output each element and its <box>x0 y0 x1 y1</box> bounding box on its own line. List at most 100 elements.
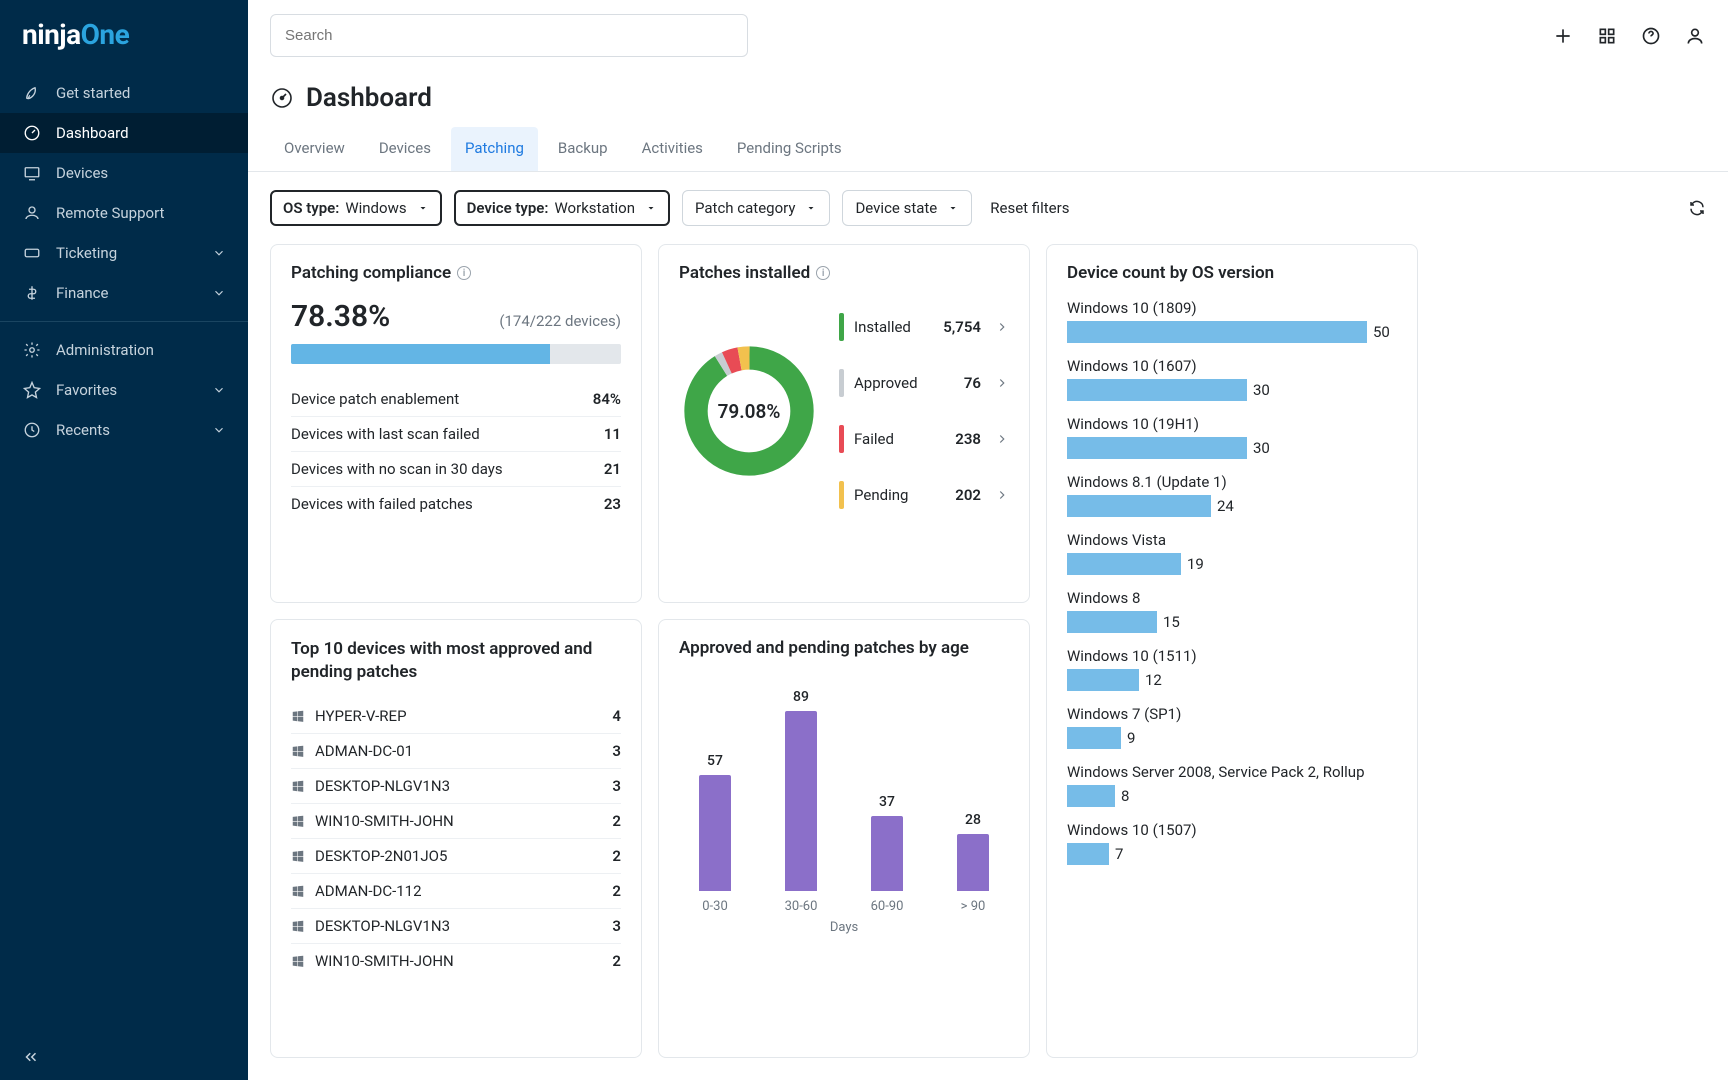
legend-label: Approved <box>854 374 954 392</box>
os-version-row[interactable]: Windows 10 (1507) 7 <box>1067 821 1397 865</box>
device-name: ADMAN-DC-01 <box>315 742 602 760</box>
sidebar-item-get-started[interactable]: Get started <box>0 73 248 113</box>
help-icon[interactable] <box>1640 25 1662 47</box>
os-version-row[interactable]: Windows Vista 19 <box>1067 531 1397 575</box>
os-version-list: Windows 10 (1809) 50 Windows 10 (1607) 30… <box>1067 299 1397 865</box>
device-row[interactable]: ADMAN-DC-112 2 <box>291 874 621 909</box>
filter-device-state[interactable]: Device state <box>842 190 972 226</box>
stat-label: Devices with last scan failed <box>291 425 480 443</box>
device-count: 2 <box>612 952 621 970</box>
legend-row[interactable]: Pending 202 <box>839 467 1009 523</box>
tab-overview[interactable]: Overview <box>270 127 359 171</box>
tab-devices[interactable]: Devices <box>365 127 445 171</box>
stat-value: 84% <box>593 390 621 408</box>
bar-category: > 90 <box>961 899 986 914</box>
sidebar-item-label: Ticketing <box>56 244 117 262</box>
os-label: Windows 7 (SP1) <box>1067 705 1397 723</box>
device-row[interactable]: WIN10-SMITH-JOHN 2 <box>291 944 621 978</box>
apps-icon[interactable] <box>1596 25 1618 47</box>
legend-row[interactable]: Installed 5,754 <box>839 299 1009 355</box>
search-input[interactable] <box>270 14 748 57</box>
sidebar-item-devices[interactable]: Devices <box>0 153 248 193</box>
sidebar-item-ticketing[interactable]: Ticketing <box>0 233 248 273</box>
tab-pending-scripts[interactable]: Pending Scripts <box>723 127 856 171</box>
stat-value: 23 <box>604 495 621 513</box>
os-label: Windows 10 (1511) <box>1067 647 1397 665</box>
sidebar-item-recents[interactable]: Recents <box>0 410 248 450</box>
rocket-icon <box>22 83 42 103</box>
card-title: Patching compliance i <box>291 263 621 283</box>
legend-value: 76 <box>964 374 981 392</box>
os-version-row[interactable]: Windows 8.1 (Update 1) 24 <box>1067 473 1397 517</box>
gear-icon <box>22 340 42 360</box>
legend-row[interactable]: Failed 238 <box>839 411 1009 467</box>
filter-os-type[interactable]: OS type: Windows <box>270 190 442 226</box>
device-count: 4 <box>612 707 621 725</box>
os-version-row[interactable]: Windows 10 (19H1) 30 <box>1067 415 1397 459</box>
chevron-down-icon <box>212 286 226 300</box>
tab-activities[interactable]: Activities <box>628 127 717 171</box>
card-patching-compliance: Patching compliance i 78.38% (174/222 de… <box>270 244 642 603</box>
os-label: Windows 8.1 (Update 1) <box>1067 473 1397 491</box>
compliance-stat-row: Devices with no scan in 30 days21 <box>291 451 621 486</box>
brand-logo: ninjaOne <box>0 0 248 73</box>
device-row[interactable]: ADMAN-DC-01 3 <box>291 734 621 769</box>
device-count: 2 <box>612 847 621 865</box>
filter-device-type[interactable]: Device type: Workstation <box>454 190 670 226</box>
reset-filters-button[interactable]: Reset filters <box>984 191 1075 225</box>
card-title-text: Device count by OS version <box>1067 263 1274 283</box>
sidebar-item-favorites[interactable]: Favorites <box>0 370 248 410</box>
device-name: WIN10-SMITH-JOHN <box>315 812 602 830</box>
os-version-row[interactable]: Windows 10 (1607) 30 <box>1067 357 1397 401</box>
tab-backup[interactable]: Backup <box>544 127 622 171</box>
os-label: Windows Server 2008, Service Pack 2, Rol… <box>1067 763 1397 781</box>
device-row[interactable]: DESKTOP-NLGV1N3 3 <box>291 909 621 944</box>
hbar-value: 8 <box>1121 787 1129 805</box>
sidebar-item-label: Recents <box>56 421 110 439</box>
info-icon[interactable]: i <box>457 266 471 280</box>
os-version-row[interactable]: Windows 8 15 <box>1067 589 1397 633</box>
device-name: ADMAN-DC-112 <box>315 882 602 900</box>
nav-secondary: Administration Favorites Recents <box>0 330 248 450</box>
device-row[interactable]: DESKTOP-NLGV1N3 3 <box>291 769 621 804</box>
refresh-icon[interactable] <box>1688 199 1706 217</box>
top-devices-list: HYPER-V-REP 4 ADMAN-DC-01 3 DESKTOP-NLGV… <box>291 699 621 978</box>
os-version-row[interactable]: Windows 7 (SP1) 9 <box>1067 705 1397 749</box>
main-content: Dashboard Overview Devices Patching Back… <box>248 0 1728 1080</box>
monitor-icon <box>22 163 42 183</box>
gauge-icon <box>270 86 294 110</box>
device-row[interactable]: DESKTOP-2N01JO5 2 <box>291 839 621 874</box>
hbar-rect <box>1067 379 1247 401</box>
filter-patch-category[interactable]: Patch category <box>682 190 830 226</box>
device-row[interactable]: HYPER-V-REP 4 <box>291 699 621 734</box>
device-count: 2 <box>612 812 621 830</box>
hbar-rect <box>1067 321 1367 343</box>
sidebar-item-remote-support[interactable]: Remote Support <box>0 193 248 233</box>
stat-label: Device patch enablement <box>291 390 459 408</box>
sidebar-collapse-button[interactable] <box>0 1034 248 1080</box>
gauge-icon <box>22 123 42 143</box>
compliance-stat-row: Devices with last scan failed11 <box>291 416 621 451</box>
device-name: DESKTOP-NLGV1N3 <box>315 917 602 935</box>
user-icon[interactable] <box>1684 25 1706 47</box>
legend-label: Installed <box>854 318 933 336</box>
sidebar-item-finance[interactable]: Finance <box>0 273 248 313</box>
ticket-icon <box>22 243 42 263</box>
top-actions <box>1552 25 1706 47</box>
os-version-row[interactable]: Windows 10 (1809) 50 <box>1067 299 1397 343</box>
caret-down-icon <box>805 202 817 214</box>
sidebar-item-administration[interactable]: Administration <box>0 330 248 370</box>
sidebar-item-dashboard[interactable]: Dashboard <box>0 113 248 153</box>
star-icon <box>22 380 42 400</box>
legend-value: 5,754 <box>943 318 981 336</box>
bar-rect <box>957 834 989 891</box>
device-row[interactable]: WIN10-SMITH-JOHN 2 <box>291 804 621 839</box>
legend-row[interactable]: Approved 76 <box>839 355 1009 411</box>
os-version-row[interactable]: Windows Server 2008, Service Pack 2, Rol… <box>1067 763 1397 807</box>
add-button[interactable] <box>1552 25 1574 47</box>
info-icon[interactable]: i <box>816 266 830 280</box>
card-patches-by-age: Approved and pending patches by age 57 0… <box>658 619 1030 1058</box>
tab-patching[interactable]: Patching <box>451 127 538 171</box>
os-version-row[interactable]: Windows 10 (1511) 12 <box>1067 647 1397 691</box>
card-os-version: Device count by OS version Windows 10 (1… <box>1046 244 1418 1058</box>
